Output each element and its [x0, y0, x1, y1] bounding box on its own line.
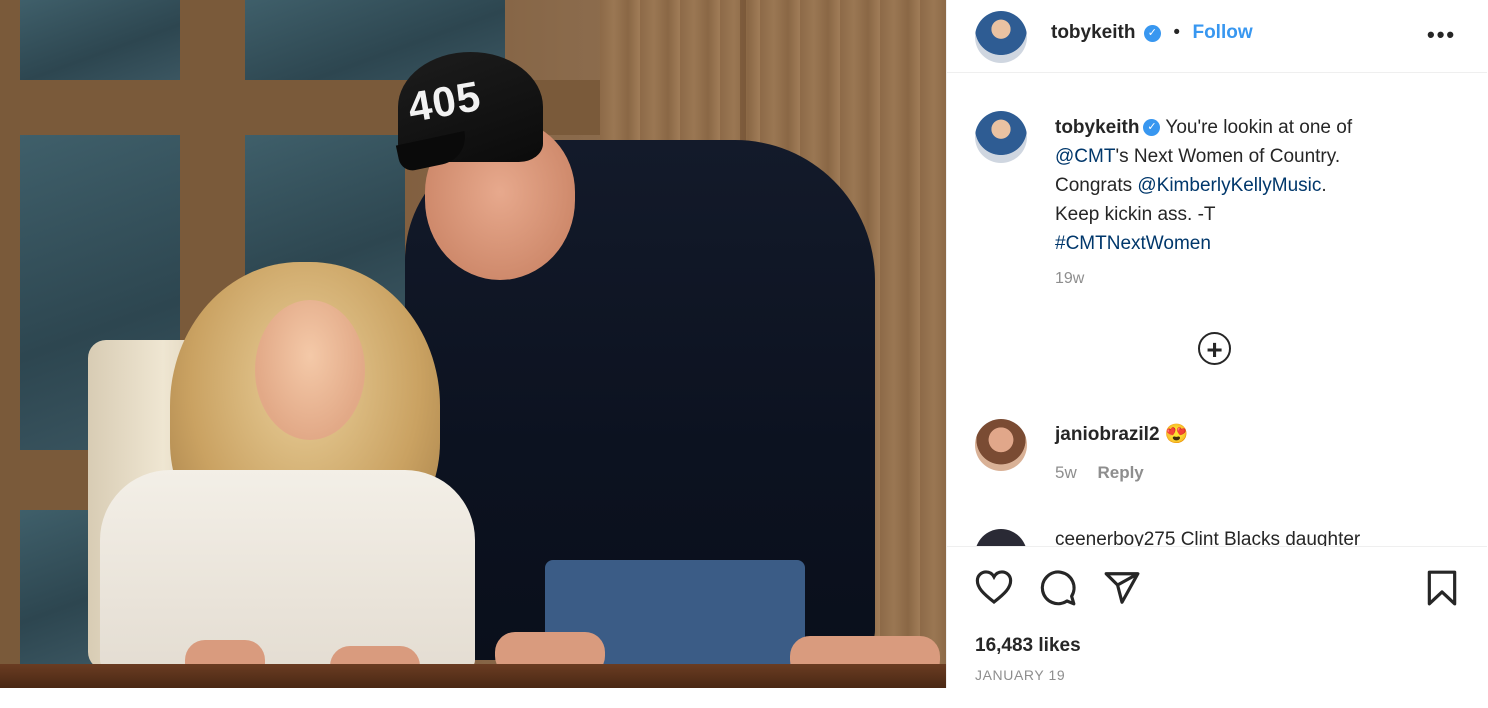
speech-bubble-icon[interactable] [1039, 569, 1077, 607]
caption-time[interactable]: 19w [1055, 264, 1084, 293]
caption-text: Keep kickin ass. -T [1055, 204, 1216, 225]
woman-face [255, 300, 365, 440]
verified-badge-icon: ✓ [1143, 25, 1161, 43]
comment-line: janiobrazil2 😍 [1055, 422, 1188, 446]
separator-dot: • [1173, 22, 1181, 43]
caption-text: . [1321, 175, 1327, 196]
window-frame [0, 0, 20, 680]
mention-link[interactable]: @CMT [1055, 146, 1115, 167]
post-side-panel: tobykeith ✓ • Follow ••• tobykeith ✓ You'… [946, 0, 1488, 688]
caption-avatar[interactable] [975, 111, 1027, 163]
caption-text: 's Next Women of Country. [1115, 146, 1341, 167]
caption-username[interactable]: tobykeith [1055, 117, 1139, 138]
heart-icon[interactable] [975, 569, 1013, 605]
comment-meta: 5w Reply [1055, 463, 1160, 483]
mention-link[interactable]: @KimberlyKellyMusic [1137, 175, 1321, 196]
bookmark-icon[interactable] [1425, 569, 1459, 607]
reply-button[interactable]: Reply [1097, 463, 1143, 482]
comment-text: ceenerboy275 Clint Blacks daughter [1055, 529, 1361, 546]
heart-eyes-emoji: 😍 [1164, 424, 1189, 445]
comment-cut-off: ceenerboy275 Clint Blacks daughter [947, 520, 1487, 546]
likes-count[interactable]: 16,483 likes [975, 635, 1081, 657]
caption-text: You're lookin at one of [1165, 117, 1353, 138]
load-more-comments-icon[interactable]: + [1198, 332, 1231, 365]
comment-avatar[interactable] [975, 529, 1027, 546]
comment-time[interactable]: 5w [1055, 463, 1077, 482]
verified-badge-icon: ✓ [1143, 119, 1161, 137]
post-photo[interactable]: 405 [0, 0, 946, 688]
desk [0, 664, 946, 688]
follow-button[interactable]: Follow [1192, 22, 1252, 43]
paper-plane-icon[interactable] [1103, 569, 1141, 607]
more-options-icon[interactable]: ••• [1427, 22, 1456, 48]
profile-avatar[interactable] [975, 11, 1027, 63]
comment-username[interactable]: janiobrazil2 [1055, 424, 1160, 445]
post-header: tobykeith ✓ • Follow ••• [947, 0, 1487, 73]
comment-avatar[interactable] [975, 419, 1027, 471]
post-date[interactable]: JANUARY 19 [975, 667, 1065, 683]
header-line: tobykeith ✓ • Follow [1051, 22, 1253, 44]
hashtag-link[interactable]: #CMTNextWomen [1055, 233, 1211, 254]
background-window [20, 0, 180, 80]
header-username[interactable]: tobykeith [1051, 22, 1135, 43]
action-bar: 16,483 likes JANUARY 19 [947, 546, 1487, 689]
caption-text: Congrats [1055, 175, 1138, 196]
post-caption: tobykeith ✓ You're lookin at one of @CMT'… [1055, 113, 1465, 293]
woman-figure [100, 470, 475, 670]
